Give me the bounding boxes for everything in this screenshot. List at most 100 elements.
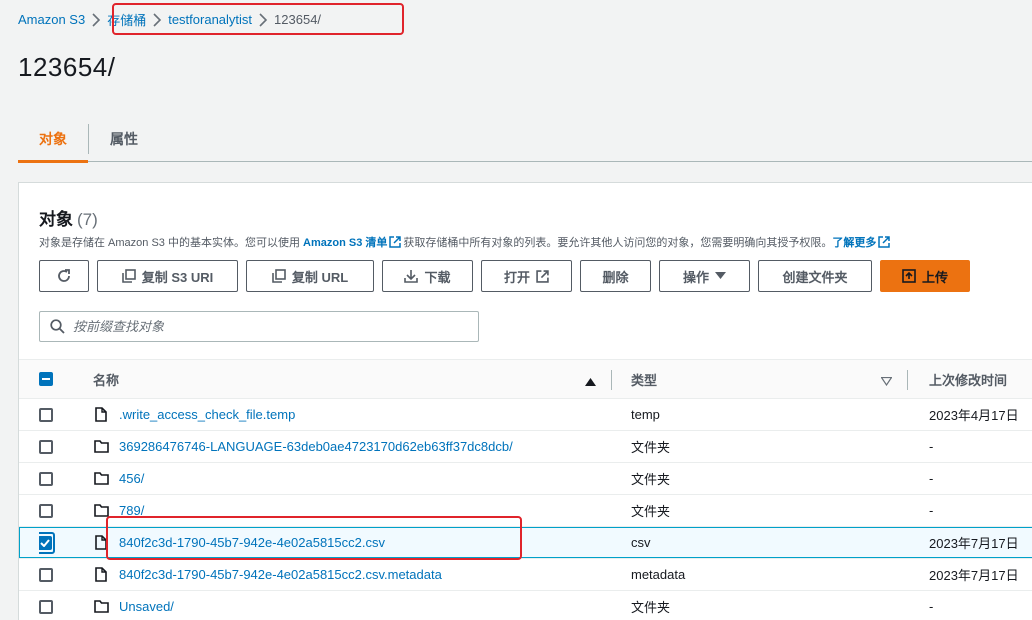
copy-url-button[interactable]: 复制 URL: [246, 260, 374, 292]
row-checkbox-focus: [39, 531, 55, 554]
external-link-icon: [389, 236, 402, 251]
object-name-link[interactable]: Unsaved/: [119, 599, 174, 614]
search-field[interactable]: [39, 311, 479, 342]
name-cell: Unsaved/: [93, 591, 613, 620]
object-last-modified: -: [929, 503, 934, 518]
checkmark-icon: [40, 538, 50, 547]
object-name-link[interactable]: 369286476746-LANGUAGE-63deb0ae4723170d62…: [119, 439, 513, 454]
sort-descending-icon[interactable]: [880, 374, 893, 389]
search-icon: [50, 319, 65, 334]
copy-icon: [121, 269, 136, 283]
header-name[interactable]: 名称: [93, 360, 613, 398]
object-type: 文件夹: [631, 600, 671, 615]
folder-icon: [93, 472, 109, 485]
modified-cell: -: [929, 495, 1032, 526]
breadcrumb-amazon-s3[interactable]: Amazon S3: [18, 12, 85, 27]
object-type: metadata: [631, 567, 686, 582]
chevron-right-icon: [85, 11, 107, 27]
type-cell: 文件夹: [631, 495, 891, 526]
row-select-cell: [39, 399, 55, 430]
type-cell: 文件夹: [631, 463, 891, 494]
table-row[interactable]: 456/文件夹 -: [19, 463, 1032, 495]
description-text-2: 获取存储桶中所有对象的列表。要允许其他人访问您的对象，您需要明确向其授予权限。: [403, 237, 833, 249]
object-type: 文件夹: [631, 472, 671, 487]
row-checkbox[interactable]: [39, 471, 53, 486]
copy-url-label: 复制 URL: [291, 269, 349, 285]
row-checkbox[interactable]: [39, 567, 53, 582]
objects-table: 名称 类型 上次修改时间 .write_access_check_file.te…: [19, 359, 1032, 620]
row-checkbox[interactable]: [39, 599, 53, 614]
table-row[interactable]: 840f2c3d-1790-45b7-942e-4e02a5815cc2.csv…: [19, 559, 1032, 591]
refresh-button[interactable]: [39, 260, 89, 292]
file-icon: [93, 407, 109, 422]
tab-bar: 对象 属性: [18, 116, 1032, 163]
tab-properties[interactable]: 属性: [89, 116, 159, 162]
upload-label: 上传: [921, 269, 948, 285]
object-type: 文件夹: [631, 440, 671, 455]
object-type: temp: [631, 407, 660, 422]
row-checkbox[interactable]: [39, 407, 53, 422]
external-link-icon: [536, 269, 549, 283]
folder-icon: [93, 440, 109, 453]
table-row[interactable]: 369286476746-LANGUAGE-63deb0ae4723170d62…: [19, 431, 1032, 463]
annotation-highlight-breadcrumb: [112, 3, 404, 35]
column-divider[interactable]: [907, 370, 908, 390]
create-folder-button[interactable]: 创建文件夹: [758, 260, 872, 292]
row-select-cell: [39, 495, 55, 526]
object-last-modified: 2023年7月17日: [929, 536, 1019, 551]
table-header: 名称 类型 上次修改时间: [19, 359, 1032, 399]
copy-s3-uri-button[interactable]: 复制 S3 URI: [97, 260, 238, 292]
type-cell: 文件夹: [631, 431, 891, 462]
object-last-modified: 2023年4月17日: [929, 408, 1019, 423]
column-divider[interactable]: [611, 370, 612, 390]
object-last-modified: -: [929, 599, 934, 614]
name-cell: 840f2c3d-1790-45b7-942e-4e02a5815cc2.csv…: [93, 559, 613, 590]
panel-title-text: 对象: [39, 210, 73, 229]
table-body: .write_access_check_file.temp temp 2023年4月…: [19, 399, 1032, 620]
select-all-checkbox[interactable]: [39, 372, 53, 386]
search-input[interactable]: [73, 319, 453, 334]
table-row[interactable]: .write_access_check_file.temp temp 2023年4月…: [19, 399, 1032, 431]
page-title: 123654/: [18, 52, 116, 82]
object-name-link[interactable]: 840f2c3d-1790-45b7-942e-4e02a5815cc2.csv…: [119, 567, 442, 582]
row-select-cell: [39, 463, 55, 494]
panel-description: 对象是存储在 Amazon S3 中的基本实体。您可以使用 Amazon S3 …: [39, 234, 892, 251]
object-type: csv: [631, 535, 651, 550]
row-checkbox[interactable]: [39, 535, 52, 550]
upload-button[interactable]: 上传: [880, 260, 970, 292]
row-select-cell: [39, 591, 55, 620]
object-name-link[interactable]: 456/: [119, 471, 144, 486]
row-checkbox[interactable]: [39, 439, 53, 454]
modified-cell: 2023年4月17日: [929, 399, 1032, 430]
minus-icon: [42, 378, 50, 380]
download-button[interactable]: 下载: [382, 260, 473, 292]
open-button[interactable]: 打开: [481, 260, 572, 292]
header-last-modified[interactable]: 上次修改时间: [929, 360, 1032, 398]
name-cell: .write_access_check_file.temp: [93, 399, 613, 430]
name-cell: 456/: [93, 463, 613, 494]
create-folder-label: 创建文件夹: [782, 269, 848, 285]
file-icon: [93, 567, 109, 582]
annotation-highlight-row: [106, 516, 522, 560]
row-select-cell: [39, 431, 55, 462]
delete-button[interactable]: 删除: [580, 260, 651, 292]
table-row[interactable]: Unsaved/文件夹 -: [19, 591, 1032, 620]
sort-ascending-icon[interactable]: [585, 374, 596, 389]
modified-cell: 2023年7月17日: [929, 527, 1032, 558]
object-count: (7): [77, 210, 98, 229]
row-select-cell: [39, 527, 55, 558]
folder-icon: [93, 504, 109, 517]
object-last-modified: 2023年7月17日: [929, 568, 1019, 583]
upload-icon: [902, 269, 916, 283]
description-text: 对象是存储在 Amazon S3 中的基本实体。您可以使用: [39, 237, 304, 249]
object-last-modified: -: [929, 439, 934, 454]
tab-objects[interactable]: 对象: [18, 116, 88, 163]
header-type[interactable]: 类型: [631, 360, 891, 398]
inventory-link[interactable]: Amazon S3 清单: [303, 237, 387, 249]
name-cell: 369286476746-LANGUAGE-63deb0ae4723170d62…: [93, 431, 613, 462]
object-name-link[interactable]: .write_access_check_file.temp: [119, 407, 295, 422]
row-checkbox[interactable]: [39, 503, 53, 518]
learn-more-link[interactable]: 了解更多: [832, 237, 876, 249]
object-last-modified: -: [929, 471, 934, 486]
actions-dropdown[interactable]: 操作: [659, 260, 750, 292]
